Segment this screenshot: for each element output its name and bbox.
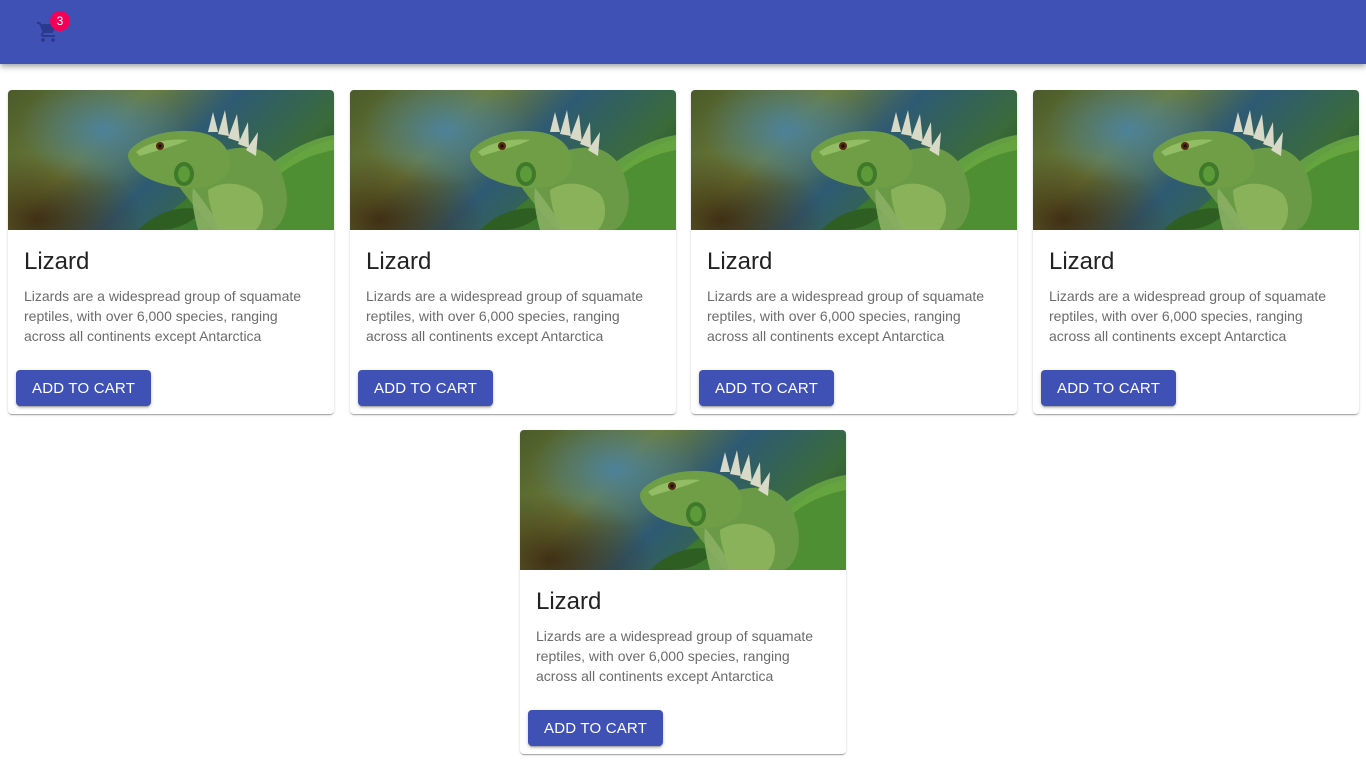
product-description: Lizards are a widespread group of squama… [707,288,985,344]
add-to-cart-button[interactable]: ADD TO CART [528,710,664,746]
add-to-cart-button[interactable]: ADD TO CART [699,370,835,406]
product-image[interactable] [520,430,846,570]
iguana-image [1153,110,1359,230]
product-description: Lizards are a widespread group of squama… [24,288,302,344]
product-description: Lizards are a widespread group of squama… [366,288,644,344]
product-card: Lizard Lizards are a widespread group of… [350,90,676,414]
product-image[interactable] [350,90,676,230]
product-title: Lizard [24,248,90,275]
add-to-cart-button[interactable]: ADD TO CART [1041,370,1177,406]
app-bar: 3 [0,0,1366,64]
product-description: Lizards are a widespread group of squama… [536,628,814,684]
product-image[interactable] [1033,90,1359,230]
add-to-cart-button[interactable]: ADD TO CART [358,370,494,406]
iguana-image [128,110,334,230]
iguana-image [470,110,676,230]
product-card: Lizard Lizards are a widespread group of… [520,430,846,754]
iguana-image [640,450,846,570]
cart-count-badge: 3 [50,11,70,31]
product-card: Lizard Lizards are a widespread group of… [8,90,334,414]
iguana-image [811,110,1017,230]
product-image[interactable] [8,90,334,230]
add-to-cart-button[interactable]: ADD TO CART [16,370,152,406]
product-card: Lizard Lizards are a widespread group of… [691,90,1017,414]
product-title: Lizard [707,248,773,275]
cart-button[interactable]: 3 [24,8,72,56]
product-image[interactable] [691,90,1017,230]
product-title: Lizard [366,248,432,275]
product-title: Lizard [1049,248,1115,275]
product-description: Lizards are a widespread group of squama… [1049,288,1327,344]
product-title: Lizard [536,588,602,615]
product-card: Lizard Lizards are a widespread group of… [1033,90,1359,414]
